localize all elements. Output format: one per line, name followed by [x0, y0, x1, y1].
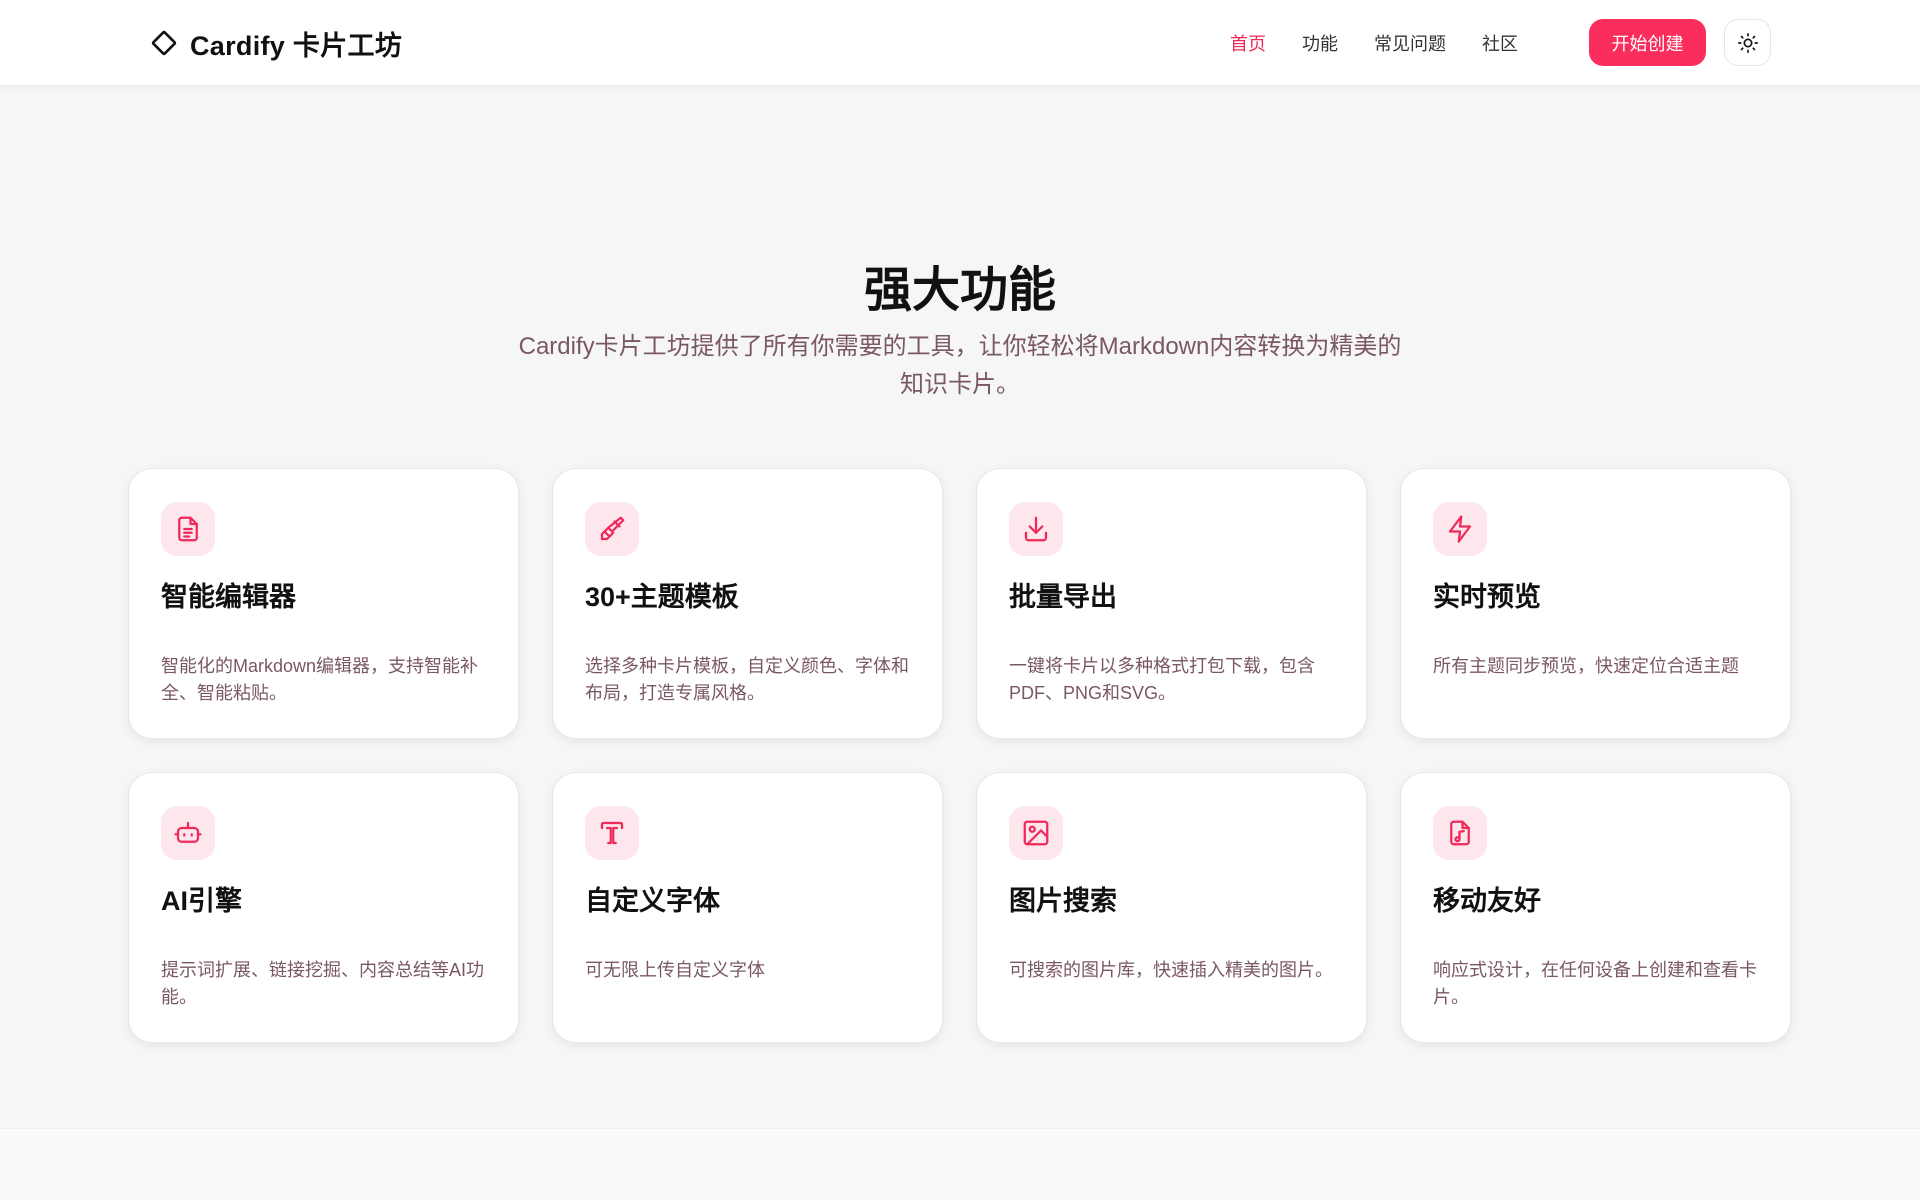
feature-title: 自定义字体	[585, 886, 720, 916]
music-file-icon	[1450, 820, 1470, 846]
feature-description: 智能化的Markdown编辑器，支持智能补全、智能粘贴。	[161, 656, 479, 703]
diamond-logo-icon	[151, 30, 177, 56]
feature-card: 批量导出 一键将卡片以多种格式打包下载，包含PDF、PNG和SVG。	[976, 468, 1367, 739]
nav-item-home[interactable]: 首页	[1230, 30, 1266, 56]
feature-description: 所有主题同步预览，快速定位合适主题	[1433, 656, 1739, 676]
feature-description: 提示词扩展、链接挖掘、内容总结等AI功能。	[161, 960, 485, 1007]
top-header: Cardify 卡片工坊 首页 功能 常见问题 社区 开始创建	[0, 0, 1920, 86]
theme-toggle-button[interactable]	[1724, 19, 1771, 66]
footer-band	[0, 1128, 1920, 1200]
brand-name: Cardify 卡片工坊	[190, 30, 403, 61]
download-icon	[1024, 516, 1048, 542]
feature-card: 智能编辑器 智能化的Markdown编辑器，支持智能补全、智能粘贴。	[128, 468, 519, 739]
features-grid: 智能编辑器 智能化的Markdown编辑器，支持智能补全、智能粘贴。 30+主题…	[128, 468, 1792, 1043]
feature-card: AI引擎 提示词扩展、链接挖掘、内容总结等AI功能。	[128, 772, 519, 1043]
feature-title: 实时预览	[1433, 582, 1541, 612]
section-title: 强大功能	[863, 264, 1056, 317]
feature-card: 30+主题模板 选择多种卡片模板，自定义颜色、字体和布局，打造专属风格。	[552, 468, 943, 739]
feature-description: 响应式设计，在任何设备上创建和查看卡片。	[1433, 960, 1757, 1007]
feature-card: 移动友好 响应式设计，在任何设备上创建和查看卡片。	[1400, 772, 1791, 1043]
feature-title: 图片搜索	[1009, 886, 1117, 916]
feature-description: 一键将卡片以多种格式打包下载，包含PDF、PNG和SVG。	[1009, 656, 1315, 703]
feature-description: 可无限上传自定义字体	[585, 960, 765, 980]
feature-card: 自定义字体 可无限上传自定义字体	[552, 772, 943, 1043]
feature-card: 图片搜索 可搜索的图片库，快速插入精美的图片。	[976, 772, 1367, 1043]
brand-logo[interactable]: Cardify 卡片工坊	[148, 22, 402, 64]
feature-description: 可搜索的图片库，快速插入精美的图片。	[1009, 960, 1333, 980]
image-icon	[1023, 820, 1049, 846]
feature-title: 智能编辑器	[161, 582, 296, 612]
nav-item-faq[interactable]: 常见问题	[1374, 30, 1446, 56]
feature-title: AI引擎	[161, 886, 242, 916]
robot-icon	[174, 821, 202, 843]
start-create-button[interactable]: 开始创建	[1589, 19, 1706, 66]
sun-icon	[1737, 32, 1758, 53]
feature-title: 批量导出	[1009, 582, 1117, 612]
nav-item-features[interactable]: 功能	[1302, 30, 1338, 56]
feature-description: 选择多种卡片模板，自定义颜色、字体和布局，打造专属风格。	[585, 656, 909, 703]
document-icon	[178, 516, 198, 542]
feature-card: 实时预览 所有主题同步预览，快速定位合适主题	[1400, 468, 1791, 739]
paintbrush-icon	[600, 516, 625, 541]
nav-item-community[interactable]: 社区	[1482, 30, 1518, 56]
feature-title: 30+主题模板	[585, 582, 739, 612]
section-subtitle: Cardify卡片工坊提供了所有你需要的工具，让你轻松将Markdown内容转换…	[518, 333, 1402, 398]
feature-title: 移动友好	[1433, 886, 1541, 916]
main-nav: 首页 功能 常见问题 社区	[1230, 0, 1518, 86]
lightning-icon	[1448, 515, 1472, 543]
type-icon	[600, 821, 624, 845]
